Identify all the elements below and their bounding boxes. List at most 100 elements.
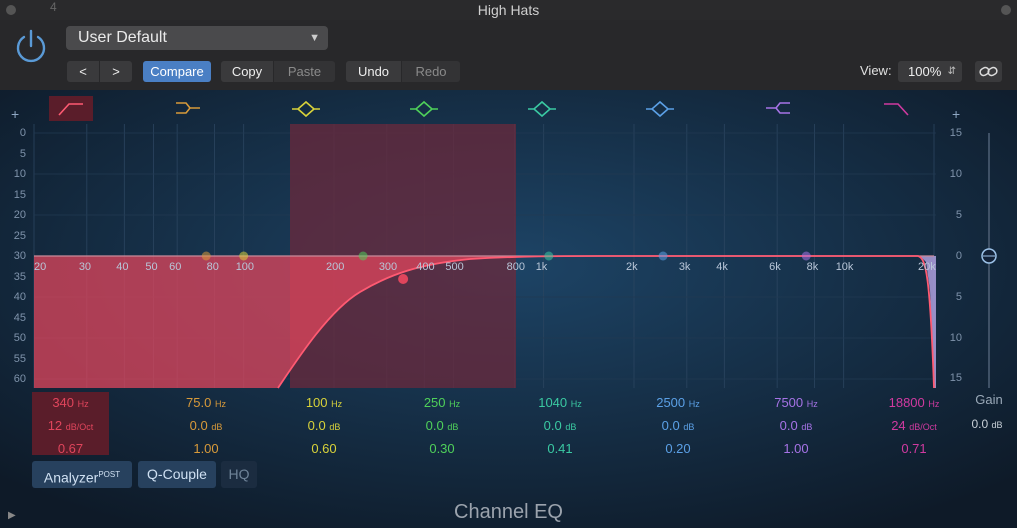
freq-unit: Hz (449, 399, 461, 409)
right-scale-tick: 10 (949, 331, 962, 344)
gain-value-field[interactable]: 0.0 dB (962, 417, 1012, 431)
frequency-label: 80 (206, 261, 219, 273)
gain-value: 0.0 (189, 418, 208, 433)
gain-value: 0.0 (661, 418, 680, 433)
band-node-7[interactable] (801, 251, 811, 261)
band-q[interactable]: 1.00 (741, 438, 851, 459)
frequency-label: 40 (116, 261, 129, 273)
freq-value: 100 (305, 395, 328, 410)
band-frequency[interactable]: 100 Hz (269, 392, 379, 415)
freq-value: 2500 (656, 395, 686, 410)
band2-low-shelf-icon[interactable] (166, 96, 210, 121)
frequency-label: 30 (78, 261, 92, 273)
right-scale-tick: 15 (949, 127, 962, 139)
band-q[interactable]: 0.41 (505, 438, 615, 459)
band-node-2[interactable] (201, 251, 211, 261)
window-title: High Hats (477, 2, 540, 18)
freq-value: 18800 (888, 395, 925, 410)
analyzer-toggle[interactable]: AnalyzerPOST (32, 461, 132, 488)
play-icon[interactable]: ▶ (8, 510, 16, 521)
freq-unit: Hz (688, 399, 700, 409)
q-value: 0.20 (665, 441, 691, 456)
link-button[interactable] (975, 61, 1002, 82)
right-scale-tick: 0 (955, 249, 962, 262)
band-type-icons (0, 92, 1017, 124)
band-gain[interactable]: 0.0 dB (505, 415, 615, 438)
add-plus-icon[interactable]: + (11, 106, 19, 122)
band-q[interactable]: 0.67 (32, 438, 109, 459)
band-q[interactable]: 0.60 (269, 438, 379, 459)
gain-value: 0.0 (779, 418, 798, 433)
prev-preset-button[interactable]: < (67, 61, 99, 82)
band-gain[interactable]: 0.0 dB (387, 415, 497, 438)
power-icon[interactable] (12, 28, 50, 66)
paste-button[interactable]: Paste (274, 61, 335, 82)
band-frequency[interactable]: 250 Hz (387, 392, 497, 415)
band-gain[interactable]: 24 dB/Oct (859, 415, 969, 438)
preset-selector[interactable]: User Default ▼ (66, 26, 328, 50)
band-q[interactable]: 0.20 (623, 438, 733, 459)
freq-value: 340 (52, 395, 75, 410)
band-frequency[interactable]: 7500 Hz (741, 392, 851, 415)
undo-button[interactable]: Undo (346, 61, 401, 82)
band-frequency[interactable]: 1040 Hz (505, 392, 615, 415)
q-value: 1.00 (783, 441, 809, 456)
band6-bell-icon[interactable] (638, 96, 682, 121)
band3-bell-icon[interactable] (284, 96, 328, 121)
left-scale-tick: 15 (13, 188, 26, 201)
band-frequency[interactable]: 18800 Hz (859, 392, 969, 415)
band-q[interactable]: 1.00 (151, 438, 261, 459)
zoom-selector[interactable]: 100% ⇵ (898, 61, 962, 82)
band-gain[interactable]: 0.0 dB (151, 415, 261, 438)
band-node-5[interactable] (544, 251, 554, 261)
band-gain[interactable]: 12 dB/Oct (32, 415, 109, 438)
band5-bell-icon[interactable] (520, 96, 564, 121)
band-q[interactable]: 0.71 (859, 438, 969, 459)
band-gain[interactable]: 0.0 dB (741, 415, 851, 438)
band-node-4[interactable] (358, 251, 368, 261)
left-scale-tick: 45 (13, 311, 26, 324)
left-scale-tick: 40 (13, 291, 26, 303)
next-preset-button[interactable]: > (100, 61, 132, 82)
band-gain[interactable]: 0.0 dB (623, 415, 733, 438)
right-scale-tick: 5 (955, 290, 962, 303)
redo-button[interactable]: Redo (402, 61, 460, 82)
q-value: 1.00 (193, 441, 219, 456)
band-q[interactable]: 0.30 (387, 438, 497, 459)
band4-bell-icon[interactable] (402, 96, 446, 121)
frequency-label: 300 (378, 261, 398, 273)
gain-unit: dB (329, 422, 341, 432)
gain-value: 0.0 (307, 418, 326, 433)
copy-button[interactable]: Copy (221, 61, 273, 82)
frequency-label: 8k (806, 261, 819, 273)
frequency-label: 3k (678, 261, 691, 273)
window-dot-icon[interactable] (1001, 5, 1011, 15)
band-frequency[interactable]: 75.0 Hz (151, 392, 261, 415)
band-gain[interactable]: 0.0 dB (269, 415, 379, 438)
frequency-label: 20k (918, 261, 936, 273)
band-node-3[interactable] (239, 251, 249, 261)
compare-button[interactable]: Compare (143, 61, 211, 82)
band7-high-shelf-icon[interactable] (756, 96, 800, 121)
left-scale-tick: 0 (19, 127, 26, 139)
band-frequency[interactable]: 2500 Hz (623, 392, 733, 415)
window-titlebar: 4 High Hats (0, 0, 1017, 20)
q-value: 0.41 (547, 441, 573, 456)
analyzer-label: Analyzer (43, 469, 99, 486)
band-frequency[interactable]: 340 Hz (32, 392, 109, 415)
band8-high-cut-icon[interactable] (874, 96, 918, 121)
band-node-6[interactable] (658, 251, 668, 261)
stepper-icon: ⇵ (947, 66, 956, 77)
band-param-column: 100 Hz 0.0 dB 0.60 (269, 392, 379, 459)
frequency-label: 100 (235, 261, 255, 273)
gain-value: 0.0 (425, 418, 444, 433)
left-scale-tick: 30 (13, 250, 26, 262)
hq-toggle[interactable]: HQ (221, 461, 257, 488)
right-scale-tick: 10 (949, 167, 962, 180)
left-scale-tick: 20 (13, 209, 26, 221)
freq-value: 7500 (774, 395, 804, 410)
band-node-1[interactable] (398, 274, 409, 284)
q-couple-toggle[interactable]: Q-Couple (138, 461, 216, 488)
add-plus-icon[interactable]: + (952, 106, 960, 122)
band1-low-cut-icon[interactable] (49, 96, 93, 121)
